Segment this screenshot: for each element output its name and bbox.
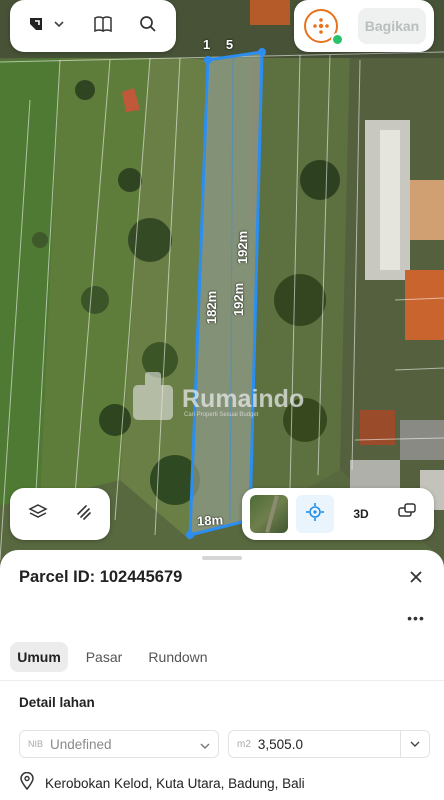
- tab-umum[interactable]: Umum: [10, 642, 68, 672]
- top-toolbar: [10, 0, 176, 52]
- book-button[interactable]: [83, 0, 123, 52]
- vertex-marker-label: 1 5: [203, 37, 240, 52]
- thumbnail-road: [265, 495, 279, 533]
- dimension-label-bottom: 18m: [196, 512, 224, 529]
- tab-pasar[interactable]: Pasar: [78, 642, 130, 672]
- parcel-select-icon: [397, 502, 417, 527]
- measure-button[interactable]: [64, 494, 104, 534]
- close-button[interactable]: [404, 567, 428, 591]
- search-icon: [139, 15, 157, 38]
- parcel-sheet: Parcel ID: 102445679 ••• Umum Pasar Rund…: [0, 550, 444, 800]
- dimension-label-right-outer: 192m: [235, 230, 251, 265]
- area-unit: m2: [237, 738, 251, 750]
- online-status-dot: [331, 33, 344, 46]
- address-text: Kerobokan Kelod, Kuta Utara, Badung, Bal…: [45, 776, 305, 791]
- close-icon: [409, 570, 423, 589]
- book-icon: [93, 15, 113, 38]
- layers-button[interactable]: [18, 494, 58, 534]
- nib-prefix: NIB: [28, 739, 44, 749]
- avatar-icon: [313, 18, 329, 34]
- nib-field[interactable]: NIB Undefined: [19, 730, 219, 758]
- satellite-map[interactable]: 182m 192m 192m 18m 1 5 Rumaindo Cari Pro…: [0, 0, 444, 560]
- chevron-down-icon: [53, 17, 65, 35]
- map-imagery: [0, 0, 444, 560]
- area-unit-dropdown[interactable]: [400, 731, 429, 757]
- area-value: 3,505.0: [257, 736, 303, 752]
- tab-rundown[interactable]: Rundown: [140, 642, 216, 672]
- watermark-brand-name: Rumaindo: [182, 385, 305, 413]
- measure-icon: [74, 502, 94, 527]
- more-options-button[interactable]: •••: [404, 608, 428, 628]
- brand-logo-icon: [27, 15, 45, 38]
- section-title: Detail lahan: [19, 695, 95, 710]
- area-field[interactable]: m2 3,505.0: [228, 730, 430, 758]
- satellite-thumbnail[interactable]: [250, 495, 288, 533]
- more-horizontal-icon: •••: [407, 610, 425, 626]
- locate-button[interactable]: [296, 495, 334, 533]
- watermark-brand: Rumaindo Cari Properti Sesuai Budget: [182, 386, 304, 418]
- nib-value: Undefined: [50, 736, 112, 752]
- parcel-title: Parcel ID: 102445679: [19, 568, 183, 586]
- map-left-controls: [10, 488, 110, 540]
- share-button[interactable]: Bagikan: [358, 8, 426, 44]
- top-right-bar: Bagikan: [294, 0, 434, 52]
- location-pin-icon: [19, 771, 35, 795]
- locate-icon: [305, 502, 325, 527]
- 3d-toggle[interactable]: 3D: [342, 495, 380, 533]
- sheet-drag-handle[interactable]: [202, 556, 242, 560]
- layers-icon: [28, 502, 48, 527]
- brand-menu-toggle[interactable]: [46, 0, 72, 52]
- dimension-label-right-inner: 192m: [231, 282, 247, 317]
- nib-chevron-down-icon: [200, 739, 210, 754]
- map-right-controls: 3D: [242, 488, 434, 540]
- parcel-select-button[interactable]: [388, 495, 426, 533]
- search-button[interactable]: [128, 0, 168, 52]
- address-row: Kerobokan Kelod, Kuta Utara, Badung, Bal…: [19, 771, 305, 795]
- divider: [0, 680, 444, 681]
- dimension-label-left: 182m: [204, 290, 220, 325]
- area-chevron-down-icon: [410, 737, 420, 752]
